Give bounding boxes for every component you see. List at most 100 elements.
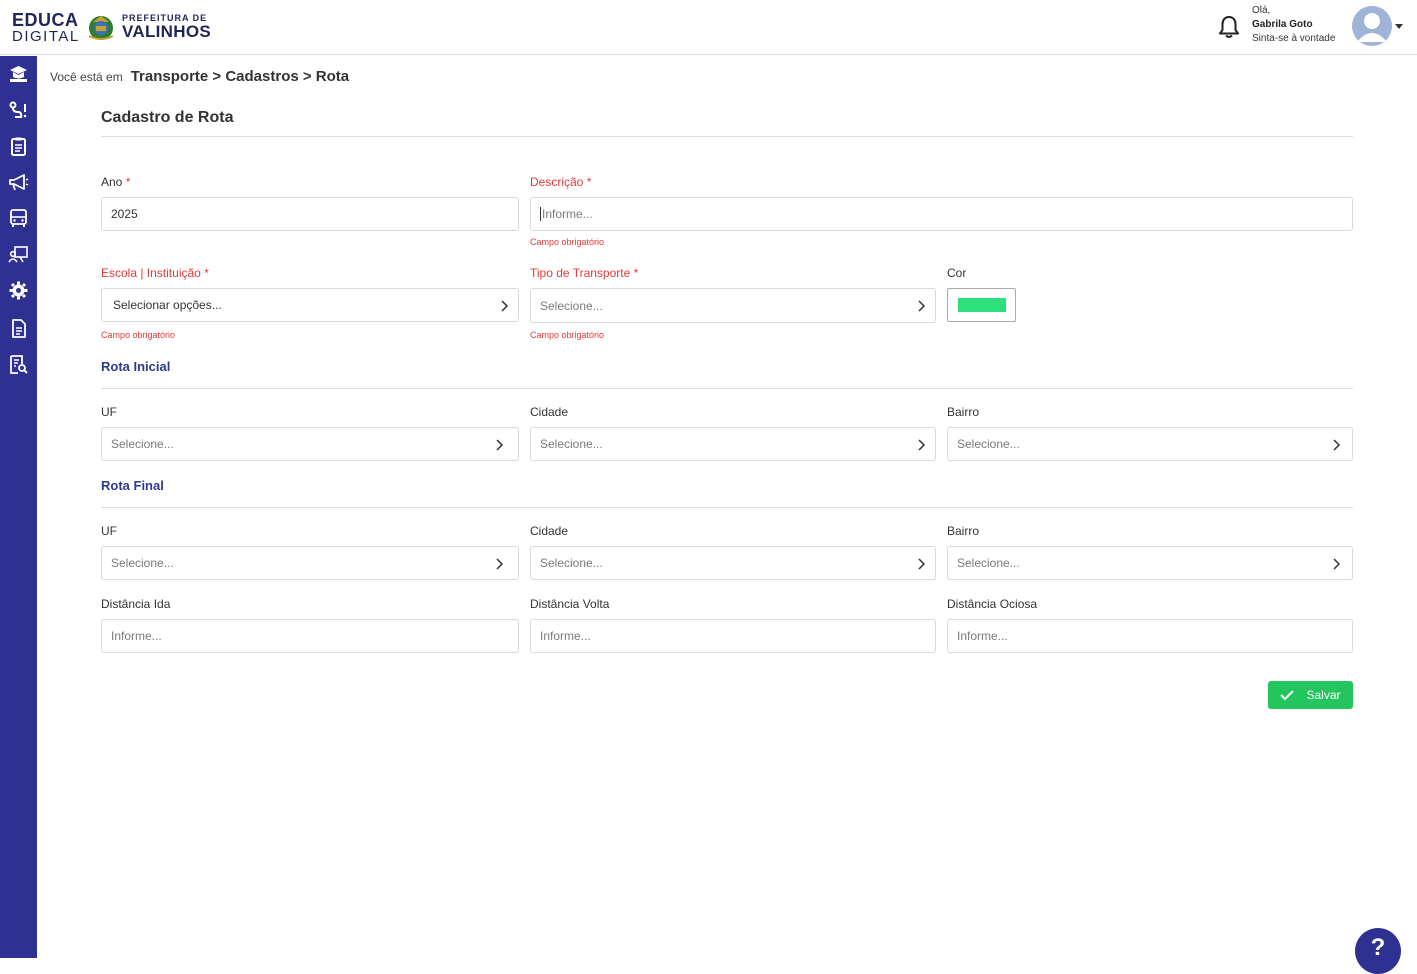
pref-line2: VALINHOS: [122, 22, 211, 41]
rota-final-uf-label: UF: [101, 524, 117, 538]
notification-bell-icon[interactable]: [1216, 14, 1242, 40]
ano-value: 2025: [111, 207, 138, 221]
route-icon[interactable]: [8, 100, 29, 121]
rota-final-uf-placeholder: Selecione...: [111, 556, 174, 570]
rota-inicial-bairro-placeholder: Selecione...: [957, 437, 1020, 451]
breadcrumb-prefix: Você está em: [50, 70, 123, 84]
escola-select[interactable]: Selecionar opções...: [101, 288, 519, 322]
rota-inicial-uf-label: UF: [101, 405, 117, 419]
descricao-placeholder: Informe...: [542, 207, 593, 221]
user-menu-chevron-down-icon[interactable]: [1395, 24, 1403, 29]
save-button-label: Salvar: [1306, 688, 1341, 702]
sidebar: [0, 56, 37, 958]
chevron-right-icon: [496, 558, 504, 570]
avatar[interactable]: [1352, 6, 1392, 46]
rota-inicial-uf-select[interactable]: Selecione...: [101, 427, 519, 461]
rota-inicial-cidade-placeholder: Selecione...: [540, 437, 603, 451]
chevron-right-icon: [496, 439, 504, 451]
rota-final-cidade-label: Cidade: [530, 524, 569, 538]
gear-icon[interactable]: [8, 280, 29, 301]
ano-label: Ano *: [101, 175, 130, 189]
prefeitura-logo: PREFEITURA DE VALINHOS: [122, 14, 211, 41]
descricao-label: Descrição *: [530, 175, 591, 189]
escola-label-text: Escola | Instituição: [101, 266, 201, 280]
tipo-transporte-label: Tipo de Transporte *: [530, 266, 638, 280]
rota-inicial-divider: [101, 388, 1353, 389]
required-mark: *: [204, 266, 209, 280]
distancia-volta-placeholder: Informe...: [540, 629, 591, 643]
teacher-icon[interactable]: [8, 244, 29, 265]
rota-inicial-cidade-label: Cidade: [530, 405, 569, 419]
distancia-ociosa-label: Distância Ociosa: [947, 597, 1038, 611]
rota-inicial-cidade-select[interactable]: Selecione...: [530, 427, 936, 461]
chevron-right-icon: [1333, 558, 1341, 570]
rota-final-bairro-label: Bairro: [947, 524, 980, 538]
color-picker[interactable]: [947, 288, 1016, 322]
report-search-icon[interactable]: [8, 354, 29, 375]
graduation-icon[interactable]: [8, 64, 29, 85]
user-avatar-icon: [1352, 6, 1392, 46]
bus-icon[interactable]: [8, 208, 29, 229]
distancia-ociosa-placeholder: Informe...: [957, 629, 1008, 643]
page-title: Cadastro de Rota: [101, 109, 234, 126]
user-info: Olá, Gabrila Goto Sinta-se à vontade: [1252, 4, 1335, 46]
tipo-transporte-error: Campo obrigatório: [530, 330, 605, 340]
help-button[interactable]: ?: [1355, 928, 1401, 974]
rota-final-divider: [101, 507, 1353, 508]
chevron-right-icon: [501, 300, 509, 312]
greeting-text: Olá,: [1252, 5, 1271, 16]
megaphone-icon[interactable]: [8, 172, 29, 193]
required-mark: *: [633, 266, 639, 280]
document-icon[interactable]: [8, 318, 29, 339]
rota-final-bairro-placeholder: Selecione...: [957, 556, 1020, 570]
title-divider: [101, 136, 1353, 137]
rota-final-uf-select[interactable]: Selecione...: [101, 546, 519, 580]
descricao-label-text: Descrição: [530, 175, 584, 189]
chevron-right-icon: [1333, 439, 1341, 451]
distancia-ida-input[interactable]: Informe...: [101, 619, 519, 653]
rota-final-bairro-select[interactable]: Selecione...: [947, 546, 1353, 580]
valinhos-crest-icon: [88, 16, 114, 40]
escola-label: Escola | Instituição *: [101, 266, 209, 280]
rota-inicial-uf-placeholder: Selecione...: [111, 437, 174, 451]
rota-inicial-title: Rota Inicial: [101, 359, 171, 374]
top-bar: EDUCA DIGITAL PREFEITURA DE VALINHOS Olá…: [0, 0, 1417, 55]
chevron-right-icon: [918, 300, 926, 312]
text-cursor: [540, 207, 541, 221]
check-icon: [1280, 690, 1295, 701]
educa-digital-logo[interactable]: EDUCA DIGITAL: [12, 11, 80, 44]
logo-line2: DIGITAL: [12, 28, 80, 45]
escola-placeholder: Selecionar opções...: [113, 298, 222, 312]
required-mark: *: [125, 175, 131, 189]
escola-error: Campo obrigatório: [101, 330, 176, 340]
descricao-error: Campo obrigatório: [530, 237, 605, 247]
rota-inicial-bairro-label: Bairro: [947, 405, 980, 419]
rota-final-cidade-select[interactable]: Selecione...: [530, 546, 936, 580]
tipo-transporte-select[interactable]: Selecione...: [530, 288, 936, 323]
rota-final-title: Rota Final: [101, 478, 164, 493]
user-name: Gabrila Goto: [1252, 19, 1313, 30]
required-mark: *: [586, 175, 592, 189]
color-swatch: [958, 298, 1006, 312]
breadcrumb-path[interactable]: Transporte > Cadastros > Rota: [131, 68, 349, 85]
ano-label-text: Ano: [101, 175, 123, 189]
ano-input[interactable]: 2025: [101, 197, 519, 231]
clipboard-icon[interactable]: [8, 136, 29, 157]
distancia-volta-input[interactable]: Informe...: [530, 619, 936, 653]
logo-line1: EDUCA: [12, 10, 79, 30]
distancia-ociosa-input[interactable]: Informe...: [947, 619, 1353, 653]
rota-inicial-bairro-select[interactable]: Selecione...: [947, 427, 1353, 461]
distancia-volta-label: Distância Volta: [530, 597, 610, 611]
chevron-right-icon: [918, 558, 926, 570]
user-subtitle: Sinta-se à vontade: [1252, 33, 1336, 44]
help-icon: ?: [1370, 934, 1386, 961]
tipo-transporte-placeholder: Selecione...: [540, 298, 603, 313]
distancia-ida-label: Distância Ida: [101, 597, 171, 611]
descricao-input[interactable]: Informe...: [530, 197, 1353, 231]
save-button[interactable]: Salvar: [1268, 681, 1353, 709]
tipo-transporte-label-text: Tipo de Transporte: [530, 266, 631, 280]
breadcrumb: Você está em Transporte > Cadastros > Ro…: [50, 68, 349, 85]
rota-final-cidade-placeholder: Selecione...: [540, 556, 603, 570]
chevron-right-icon: [918, 439, 926, 451]
cor-label: Cor: [947, 266, 967, 280]
